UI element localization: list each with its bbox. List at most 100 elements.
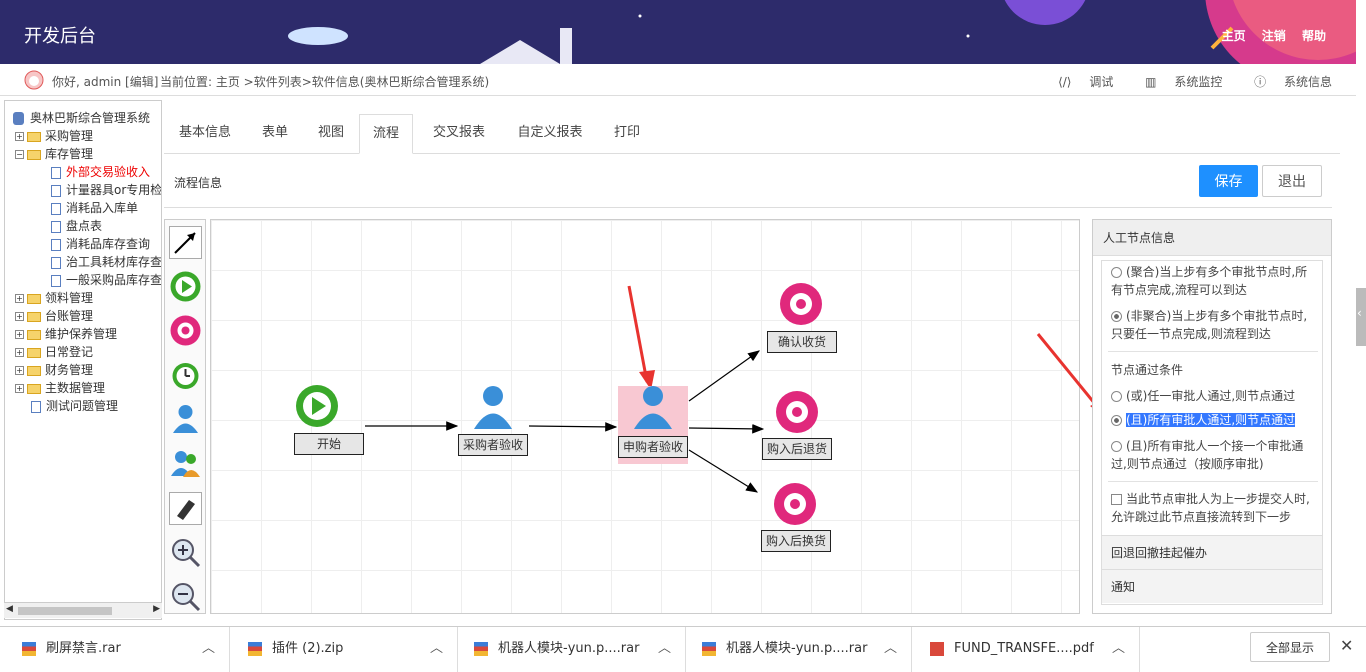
radio-cond-and[interactable]	[1111, 415, 1122, 426]
help-link[interactable]: 帮助	[1302, 29, 1326, 43]
flow-node-requester[interactable]	[632, 384, 674, 433]
flow-node-start[interactable]	[294, 383, 340, 432]
radio-cond-seq[interactable]	[1111, 441, 1122, 452]
expand-icon[interactable]: +	[15, 366, 24, 375]
tab-view[interactable]: 视图	[306, 114, 356, 154]
expand-icon[interactable]: +	[15, 294, 24, 303]
breadcrumb: 当前位置: 主页 >软件列表>软件信息(奥林巴斯综合管理系统)	[160, 75, 490, 89]
document-icon	[51, 184, 61, 197]
download-item[interactable]: 机器人模块-yun.p....rar ︿	[686, 627, 912, 672]
tree-item-inventory[interactable]: − 库存管理	[15, 145, 93, 163]
tree-item-maintenance[interactable]: + 维护保养管理	[15, 325, 117, 343]
tree-item-test-issues[interactable]: 测试问题管理	[31, 397, 118, 415]
download-item[interactable]: 机器人模块-yun.p....rar ︿	[458, 627, 686, 672]
user-node-icon[interactable]	[169, 402, 202, 435]
radio-join[interactable]	[1111, 267, 1122, 278]
tab-print[interactable]: 打印	[604, 114, 650, 154]
tree-root[interactable]: 奥林巴斯综合管理系统	[13, 109, 150, 127]
tab-cross-report[interactable]: 交叉报表	[424, 114, 494, 154]
expand-icon[interactable]: +	[15, 330, 24, 339]
tree-horizontal-scrollbar[interactable]: ◀ ▶	[4, 602, 162, 618]
tree-item-finance[interactable]: + 财务管理	[15, 361, 93, 379]
home-link[interactable]: 主页	[1222, 29, 1246, 43]
arrow-icon[interactable]	[169, 226, 202, 259]
flow-node-start-label[interactable]: 开始	[294, 433, 364, 455]
tree-item-consumable-query[interactable]: 消耗品库存查询	[51, 235, 150, 253]
exit-button[interactable]: 退出	[1262, 165, 1322, 197]
close-icon[interactable]: ✕	[1340, 636, 1353, 655]
flow-node-purchaser[interactable]	[472, 384, 514, 433]
tree-item-picking[interactable]: + 领料管理	[15, 289, 93, 307]
section-notify[interactable]: 通知	[1102, 569, 1322, 603]
expand-icon[interactable]: +	[15, 312, 24, 321]
show-all-button[interactable]: 全部显示	[1250, 632, 1330, 662]
skip-option[interactable]: 当此节点审批人为上一步提交人时,允许跳过此节点直接流转到下一步	[1111, 490, 1316, 526]
tree-item-general-query[interactable]: 一般采购品库存查	[51, 271, 161, 289]
flow-node-exchange-label[interactable]: 购入后换货	[761, 530, 831, 552]
start-node-icon[interactable]	[169, 270, 202, 303]
monitor-link[interactable]: ▥ 系统监控	[1131, 75, 1222, 89]
flow-node-exchange[interactable]	[773, 482, 817, 529]
collapse-icon[interactable]: −	[15, 150, 24, 159]
zoom-in-icon[interactable]	[169, 536, 202, 569]
condition-or[interactable]: (或)任一审批人通过,则节点通过	[1111, 387, 1316, 405]
flow-node-confirm-label[interactable]: 确认收货	[767, 331, 837, 353]
chevron-up-icon[interactable]: ︿	[202, 627, 215, 671]
tree-item-daily[interactable]: + 日常登记	[15, 343, 93, 361]
sysinfo-link[interactable]: ⓘ 系统信息	[1240, 75, 1332, 89]
user-greeting[interactable]: 你好, admin [编辑]	[52, 73, 158, 90]
tab-flow[interactable]: 流程	[359, 114, 413, 154]
condition-sequential[interactable]: (且)所有审批人一个接一个审批通过,则节点通过（按顺序审批)	[1111, 437, 1316, 473]
download-item[interactable]: FUND_TRANSFE....pdf ︿	[912, 627, 1140, 672]
option-nonjoin[interactable]: (非聚合)当上步有多个审批节点时,只要任一节点完成,则流程到达	[1111, 307, 1316, 343]
radio-nonjoin[interactable]	[1111, 311, 1122, 322]
chevron-up-icon[interactable]: ︿	[430, 627, 443, 671]
expand-icon[interactable]: +	[15, 384, 24, 393]
logout-link[interactable]: 注销	[1262, 29, 1286, 43]
option-join[interactable]: (聚合)当上步有多个审批节点时,所有节点完成,流程可以到达	[1111, 263, 1316, 299]
expand-icon[interactable]: +	[15, 132, 24, 141]
scroll-thumb[interactable]	[18, 607, 112, 615]
tree-item-consumable-in[interactable]: 消耗品入库单	[51, 199, 138, 217]
tab-basic-info[interactable]: 基本信息	[170, 114, 240, 154]
tree-item-stocktake[interactable]: 盘点表	[51, 217, 102, 235]
tab-form[interactable]: 表单	[252, 114, 298, 154]
download-item[interactable]: 刷屏禁言.rar ︿	[0, 627, 230, 672]
condition-and[interactable]: (且)所有审批人通过,则节点通过	[1111, 411, 1321, 429]
section-rollback[interactable]: 回退回撤挂起催办	[1102, 535, 1322, 569]
skip-checkbox[interactable]	[1111, 494, 1122, 505]
save-button[interactable]: 保存	[1199, 165, 1258, 197]
flow-node-purchaser-label[interactable]: 采购者验收	[458, 434, 528, 456]
chevron-up-icon[interactable]: ︿	[658, 627, 671, 671]
debug-link[interactable]: ⟨/⟩ 调试	[1044, 75, 1113, 89]
radio-cond-or[interactable]	[1111, 391, 1122, 402]
flow-node-confirm[interactable]	[779, 282, 823, 329]
tree-item-ledger[interactable]: + 台账管理	[15, 307, 93, 325]
tab-custom-report[interactable]: 自定义报表	[508, 114, 592, 154]
download-item[interactable]: 插件 (2).zip ︿	[230, 627, 458, 672]
folder-icon	[27, 311, 41, 322]
tree-item-masterdata[interactable]: + 主数据管理	[15, 379, 105, 397]
flow-node-return-label[interactable]: 购入后退货	[762, 438, 832, 460]
scroll-left-icon[interactable]: ◀	[6, 604, 13, 614]
flow-node-requester-label[interactable]: 申购者验收	[618, 436, 688, 458]
expand-icon[interactable]: +	[15, 348, 24, 357]
collapse-side-tab[interactable]: ‹	[1356, 288, 1366, 346]
scroll-right-icon[interactable]: ▶	[153, 604, 160, 614]
tree-item-tool-query[interactable]: 治工具耗材库存查	[51, 253, 161, 271]
zoom-out-icon[interactable]	[169, 580, 202, 613]
tree-item-purchase[interactable]: + 采购管理	[15, 127, 93, 145]
tree-item-external-receipt[interactable]: 外部交易验收入	[51, 163, 150, 181]
divider	[1108, 481, 1318, 482]
chevron-up-icon[interactable]: ︿	[1112, 627, 1125, 671]
flow-canvas[interactable]: 开始 采购者验收 申购者验收 确认收货 购入后退货 购入后换货	[210, 219, 1080, 614]
tree-item-gauge[interactable]: 计量器具or专用检	[51, 181, 161, 199]
end-node-icon[interactable]	[169, 314, 202, 347]
folder-icon	[27, 329, 41, 340]
chevron-up-icon[interactable]: ︿	[884, 627, 897, 671]
top-tools: ⟨/⟩ 调试 ▥ 系统监控 ⓘ 系统信息	[1030, 73, 1332, 90]
eraser-icon[interactable]	[169, 492, 202, 525]
timer-node-icon[interactable]	[169, 358, 202, 391]
multi-user-node-icon[interactable]	[169, 446, 202, 479]
flow-node-return[interactable]	[775, 390, 819, 437]
